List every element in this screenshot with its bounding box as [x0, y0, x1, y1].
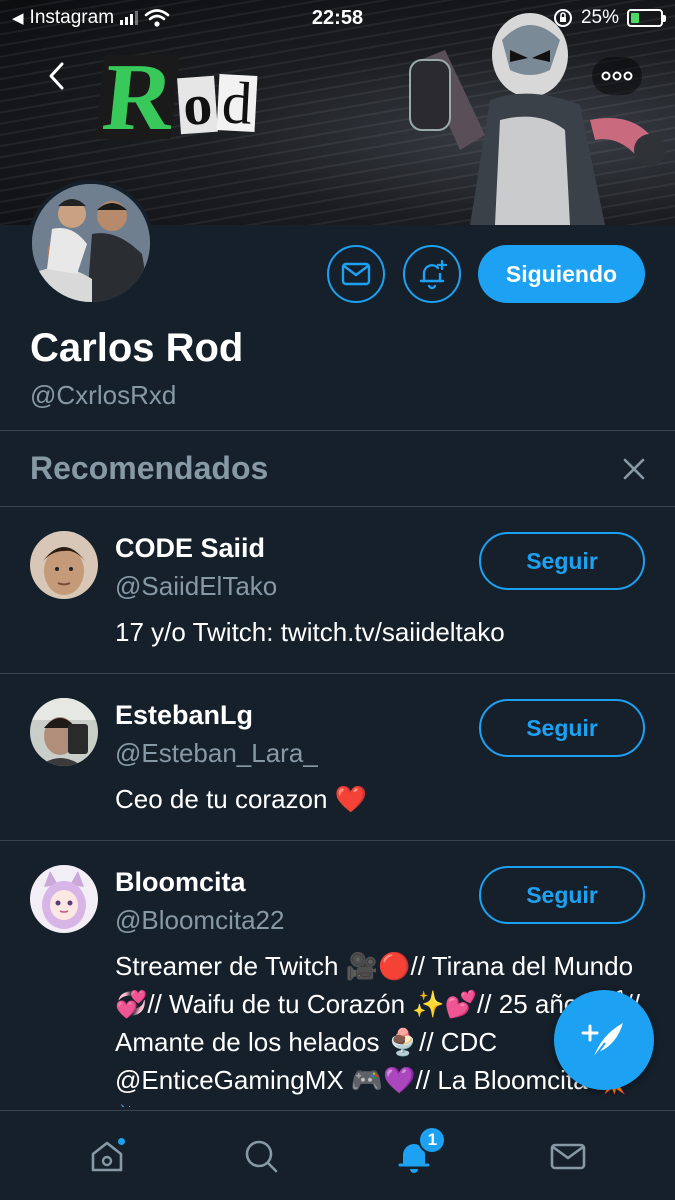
tab-home[interactable] — [75, 1124, 139, 1188]
recommended-user-name[interactable]: Bloomcita — [115, 867, 246, 898]
bottom-tab-bar: 1 — [0, 1110, 675, 1200]
recommended-user-handle: @Bloomcita22 — [115, 905, 285, 935]
tab-notifications[interactable]: 1 — [382, 1124, 447, 1188]
more-options-button[interactable] — [592, 57, 642, 95]
avatar-image-bloomcita — [30, 865, 98, 933]
banner-logo: R o d — [95, 43, 258, 150]
battery-icon — [627, 9, 666, 27]
home-new-dot — [115, 1135, 127, 1147]
profile-handle: @CxrlosRxd — [30, 380, 177, 410]
status-bar: ◀ Instagram 22:58 25% — [0, 0, 675, 38]
profile-avatar[interactable] — [28, 180, 154, 306]
follow-button[interactable]: Seguir — [479, 866, 645, 924]
recommended-user-handle: @SaiidElTako — [115, 571, 278, 601]
profile-avatar-image — [32, 184, 150, 302]
notify-button[interactable] — [403, 245, 461, 303]
compose-tweet-button[interactable] — [554, 990, 654, 1090]
logo-letter-r: R — [95, 43, 180, 150]
notifications-badge: 1 — [418, 1125, 447, 1154]
recommended-user-avatar[interactable] — [30, 865, 98, 933]
search-icon — [245, 1140, 277, 1172]
tab-messages[interactable] — [536, 1124, 600, 1188]
more-dots-icon — [601, 71, 633, 81]
bell-plus-icon — [419, 259, 448, 290]
close-icon — [623, 458, 645, 479]
recommended-user-avatar[interactable] — [30, 531, 98, 599]
battery-percent: 25% — [580, 7, 619, 28]
recommended-user-item[interactable]: EstebanLg @Esteban_Lara_ Ceo de tu coraz… — [0, 674, 675, 841]
recommended-user-name[interactable]: CODE Saiid — [115, 533, 265, 564]
rotation-lock-icon — [553, 9, 572, 27]
back-arrow-icon — [49, 62, 64, 90]
messages-icon — [550, 1143, 586, 1169]
recommended-user-item[interactable]: CODE Saiid @SaiidElTako 17 y/o Twitch: t… — [0, 507, 675, 674]
avatar-image-code-saiid — [30, 531, 98, 599]
mail-icon — [341, 262, 371, 286]
profile-name: Carlos Rod — [30, 326, 244, 370]
avatar-image-estebanlg — [30, 698, 98, 766]
back-button[interactable] — [38, 57, 76, 95]
following-button[interactable]: Siguiendo — [478, 245, 645, 303]
close-recommended-button[interactable] — [619, 454, 649, 484]
recommended-header: Recomendados — [0, 431, 675, 507]
recommended-title: Recomendados — [30, 450, 269, 486]
recommended-user-bio: 17 y/o Twitch: twitch.tv/saiideltako — [115, 617, 505, 647]
recommended-user-bio: Ceo de tu corazon ❤️ — [115, 784, 368, 814]
compose-tweet-icon — [581, 1023, 623, 1060]
recommended-user-handle: @Esteban_Lara_ — [115, 738, 318, 768]
follow-button[interactable]: Seguir — [479, 699, 645, 757]
logo-letter-o: o — [177, 71, 219, 138]
recommended-user-avatar[interactable] — [30, 698, 98, 766]
logo-letter-d: d — [216, 69, 258, 137]
follow-button[interactable]: Seguir — [479, 532, 645, 590]
tab-search[interactable] — [229, 1124, 293, 1188]
recommended-user-name[interactable]: EstebanLg — [115, 700, 253, 731]
status-right: 25% — [553, 7, 666, 29]
message-button[interactable] — [327, 245, 385, 303]
